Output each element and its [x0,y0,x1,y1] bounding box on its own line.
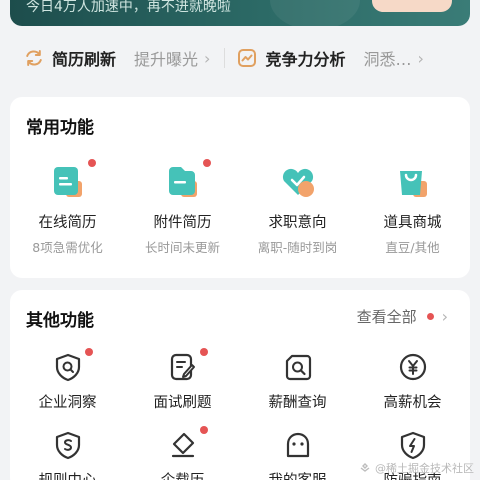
promo-banner[interactable]: 今日4万人加速中，再不进就晚啦 [10,0,470,26]
banner-text: 今日4万人加速中，再不进就晚啦 [26,0,231,15]
resume-refresh-entry[interactable]: 简历刷新 提升曝光 › [10,38,210,78]
attachment-resume-sub: 长时间未更新 [144,240,220,255]
job-intent-label: 求职意向 [268,215,327,231]
red-dot-badge [202,159,211,167]
chevron-right-icon: › [204,48,211,68]
other-functions-title: 其他功能 [26,311,94,331]
salary-query-item[interactable]: 薪酬查询 [240,352,355,412]
divider [224,48,226,68]
red-dot-badge [87,159,96,167]
see-all-link[interactable]: 查看全部 › [357,306,448,327]
shop-icon [399,171,427,197]
online-resume-icon [53,167,82,197]
common-functions-grid: 在线简历 8项急需优化 附件简历 长时间未更新 求职意向 离职-随时到岗 道具商… [10,159,470,256]
banner-decoration [270,0,360,26]
watermark-text: @稀土掘金技术社区 [375,462,474,475]
shop-label: 道具商城 [383,215,442,231]
red-dot-badge [199,348,208,356]
banner-button[interactable] [372,0,452,12]
competitiveness-entry[interactable]: 竞争力分析 洞悉… › [237,38,424,78]
company-insight-label: 企业洞察 [38,395,97,411]
company-insight-icon [55,353,80,382]
online-resume-sub: 8项急需优化 [32,240,103,255]
attachment-resume-icon [168,167,197,197]
anti-fraud-icon [400,431,425,460]
company-insight-item[interactable]: 企业洞察 [10,348,125,412]
interview-practice-label: 面试刷题 [153,395,212,411]
interview-practice-icon [170,353,195,381]
resume-refresh-title: 简历刷新 [52,50,117,69]
attachment-resume-item[interactable]: 附件简历 长时间未更新 [125,159,240,256]
customer-service-item[interactable]: 我的客服 [240,430,355,480]
high-salary-label: 高薪机会 [383,395,442,411]
company-history-icon [171,432,194,458]
quick-actions-row: 简历刷新 提升曝光 › 竞争力分析 洞悉… › [10,38,470,78]
other-functions-card: 其他功能 查看全部 › 企业洞察 面试刷题 薪酬查询 高薪机会 [10,290,470,480]
competitiveness-title: 竞争力分析 [265,50,346,69]
common-functions-title: 常用功能 [26,118,94,138]
job-intent-sub: 离职-随时到岗 [257,240,338,255]
refresh-icon [26,50,42,66]
company-history-label: 企载历 [125,469,240,480]
salary-query-label: 薪酬查询 [268,395,327,411]
see-all-label: 查看全部 [356,308,417,326]
salary-query-icon [285,354,311,381]
customer-service-label: 我的客服 [240,469,355,480]
attachment-resume-label: 附件简历 [153,215,212,231]
common-functions-card: 常用功能 在线简历 8项急需优化 附件简历 长时间未更新 求职意向 离职-随时到… [10,97,470,278]
job-intent-icon [282,168,314,197]
job-intent-item[interactable]: 求职意向 离职-随时到岗 [240,161,355,256]
red-dot-badge [84,348,93,356]
rules-center-icon [55,431,80,460]
chart-icon [238,49,257,67]
online-resume-label: 在线简历 [38,215,97,231]
resume-refresh-sub: 提升曝光 [134,50,199,69]
shop-sub: 直豆/其他 [385,240,440,255]
shop-item[interactable]: 道具商城 直豆/其他 [355,161,470,256]
high-salary-item[interactable]: 高薪机会 [355,352,470,412]
rules-center-label: 规则中心 [10,469,125,480]
company-history-item[interactable]: 企载历 [125,426,240,480]
other-functions-row-1: 企业洞察 面试刷题 薪酬查询 高薪机会 [10,348,470,412]
competitiveness-sub: 洞悉… [363,50,412,69]
juejin-logo-icon [360,463,370,472]
watermark: @稀土掘金技术社区 [358,460,474,476]
rules-center-item[interactable]: 规则中心 [10,430,125,480]
customer-service-icon [286,432,309,458]
chevron-right-icon: › [441,307,448,326]
red-dot-badge [426,313,434,320]
online-resume-item[interactable]: 在线简历 8项急需优化 [10,159,125,256]
interview-practice-item[interactable]: 面试刷题 [125,348,240,412]
high-salary-icon [399,353,426,381]
red-dot-badge [199,426,208,434]
chevron-right-icon: › [417,48,424,68]
